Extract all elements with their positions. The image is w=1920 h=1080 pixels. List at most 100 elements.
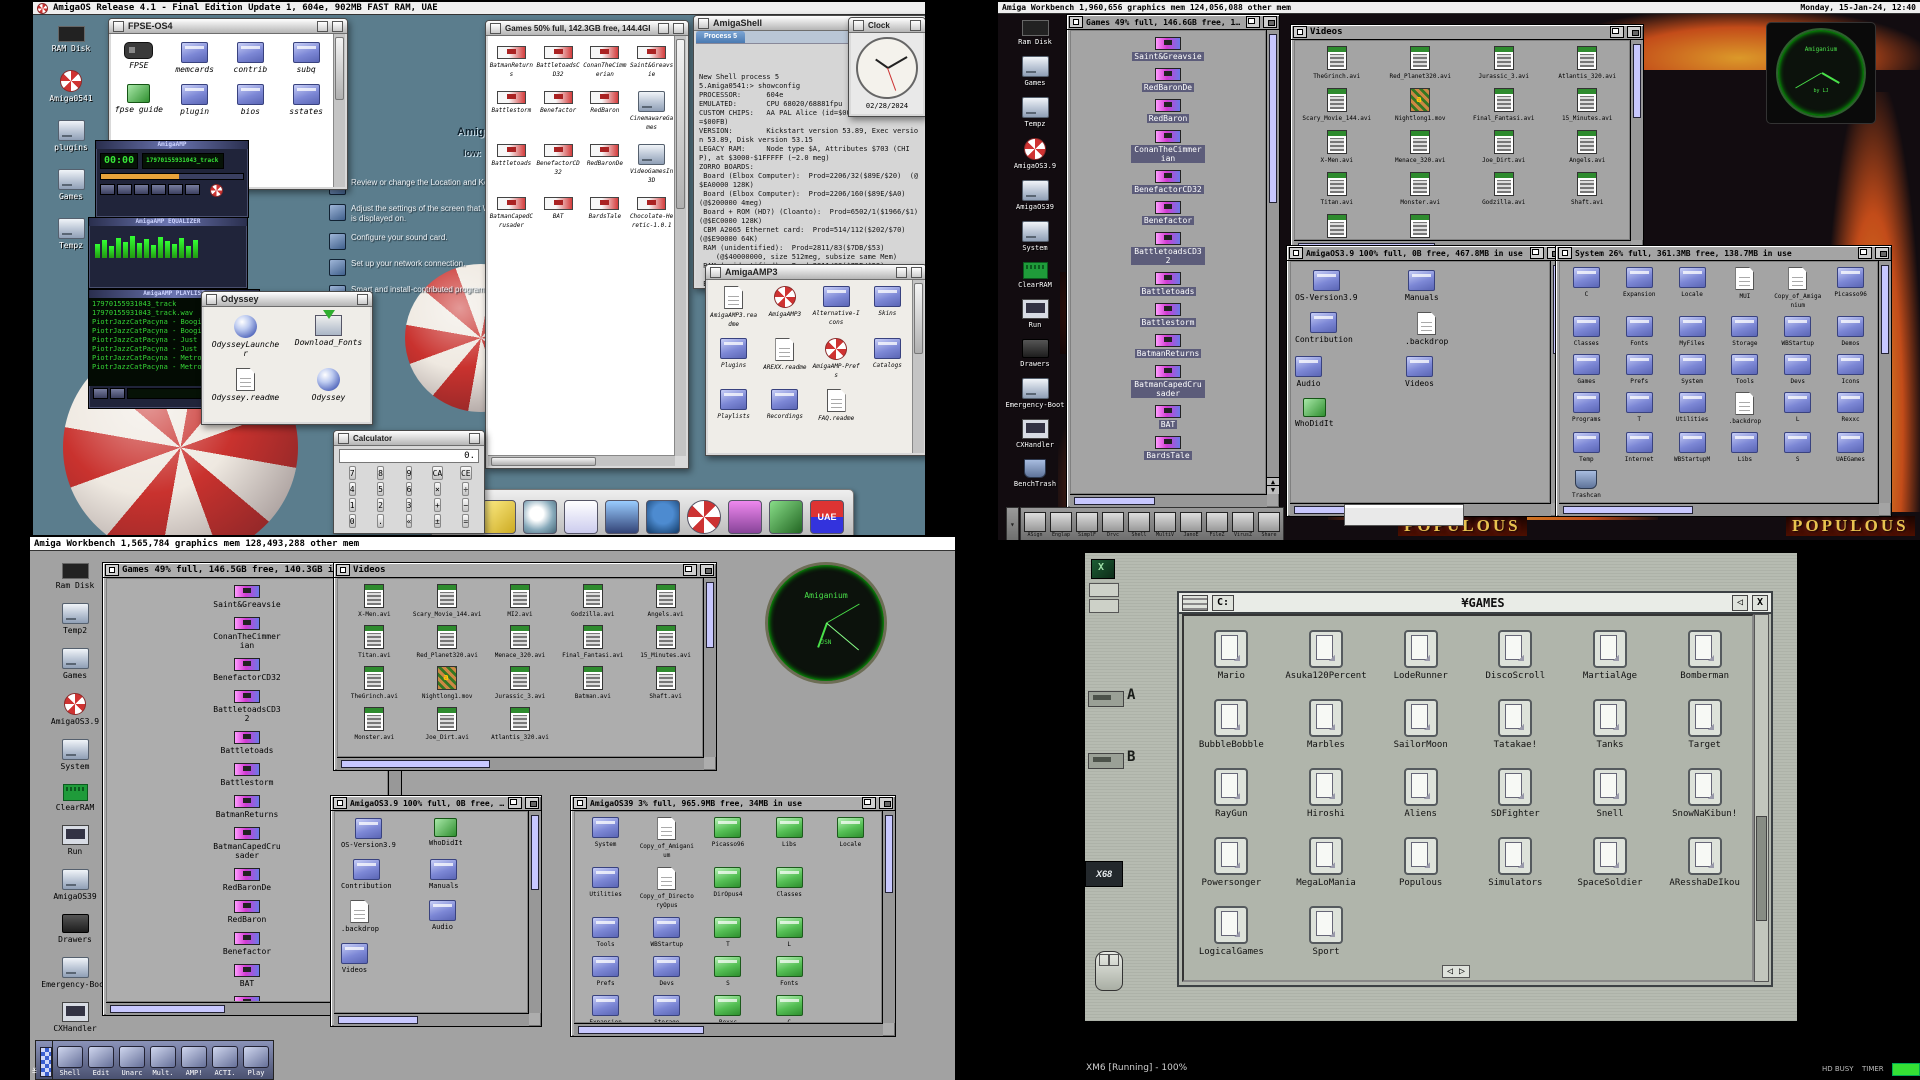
video-file-icon[interactable]: Final_Fantasi.avi [1473,88,1534,123]
iconify-icon[interactable] [658,23,669,34]
calculator-key[interactable]: 1 [349,498,356,512]
drawer-icon-item[interactable]: Icons [1837,354,1864,386]
game-item[interactable]: Benefactor [1142,201,1194,225]
file-icon[interactable]: contrib [234,42,268,74]
calculator-key[interactable]: . [377,514,384,528]
game-item[interactable]: ConanTheCimmerian [212,617,282,650]
drawer-icon-item[interactable]: System [1679,354,1706,386]
drawer-icon-item[interactable]: WBStartup [651,917,684,949]
video-file-icon[interactable]: Nightlong1.mov [1395,88,1446,123]
video-file-icon[interactable]: Monster.avi [355,707,395,742]
desktop-icon[interactable]: Games [1002,56,1068,88]
video-file-icon[interactable]: TheGrinch.avi [1313,46,1360,81]
desktop-icon[interactable]: ClearRAM [40,784,110,812]
scrollbar[interactable] [1630,40,1643,240]
notepad-dock-icon[interactable] [564,500,598,534]
drawer-icon-item[interactable]: Manuals [1405,270,1439,302]
video-file-icon[interactable]: Menace_320.avi [1395,130,1446,165]
desktop-icon[interactable]: Ram Disk [40,563,110,590]
sx-window-buttons[interactable] [1089,583,1119,597]
desktop-icon[interactable]: plugins [39,120,103,152]
zoom-icon[interactable] [683,564,697,576]
boing-dock-icon[interactable] [687,500,721,534]
game-icon[interactable]: Battletoads [492,144,532,185]
calculator-key[interactable]: 2 [377,498,384,512]
close-icon[interactable] [1558,247,1572,259]
game-folder-icon[interactable]: Hiroshi [1307,768,1345,819]
game-folder-icon[interactable]: Mario [1214,630,1248,681]
calculator-key[interactable]: CE [460,466,472,480]
game-folder-icon[interactable]: LogicalGames [1199,906,1264,957]
playlist-del-button[interactable] [110,388,125,399]
game-folder-icon[interactable]: Marbles [1307,699,1345,750]
iconify-icon[interactable] [317,21,328,32]
drawer-icon-item[interactable]: Audio [1295,356,1322,388]
drawer-icon-item[interactable]: Demos [1837,316,1864,348]
prev-button[interactable] [100,184,115,195]
depth-icon[interactable] [1627,26,1641,38]
desktop-icon[interactable]: System [40,739,110,771]
calculator-key[interactable]: 7 [349,466,356,480]
h-scrollbar[interactable] [337,757,704,770]
dock-tool[interactable]: Shell [57,1046,83,1077]
desktop-icon[interactable]: Run [40,825,110,856]
drawer-icon-item[interactable]: S [1784,432,1811,464]
h-scrollbar[interactable] [574,1023,883,1036]
drawer-icon-item[interactable] [840,995,860,1023]
h-scrollbar[interactable] [488,455,675,466]
dock-tool[interactable]: ACTI. [212,1046,238,1077]
file-icon[interactable]: Recordings [767,389,803,423]
drawer-icon-item[interactable]: Audio [429,900,456,934]
video-file-icon[interactable]: Angels.avi [1569,130,1605,165]
file-icon[interactable]: Playlists [717,389,750,423]
drawer-icon-item[interactable]: .backdrop [1729,392,1762,426]
game-item[interactable]: BatmanCapedCrusader [212,827,282,860]
game-icon[interactable]: Battlestorm [492,91,532,132]
drawer-icon-item[interactable]: Libs [1731,432,1758,464]
video-file-icon[interactable]: Nightlong1.mov [422,666,473,701]
video-file-icon[interactable]: Batman.avi [575,666,611,701]
video-file-icon[interactable]: 15_Minutes.avi [640,625,691,660]
drawer-icon-item[interactable]: MUI [1735,267,1754,310]
game-icon[interactable]: CinemawareGames [629,91,675,132]
h-scrollbar[interactable] [1559,503,1879,516]
close-icon[interactable] [490,23,501,34]
video-file-icon[interactable]: X-Men.avi [358,584,391,619]
desktop-icon[interactable]: Run [1002,299,1068,330]
game-folder-icon[interactable]: SnowNaKibun! [1672,768,1737,819]
drawer-icon-item[interactable]: Copy_of_Amiganium [1774,267,1822,310]
file-icon[interactable]: FPSE [124,42,153,74]
game-icon[interactable]: BatmanCapedCrusader [488,197,534,230]
file-icon[interactable]: Odyssey.readme [212,368,279,402]
calculator-key[interactable]: 8 [377,466,384,480]
game-folder-icon[interactable]: SpaceSoldier [1577,837,1642,888]
zoom-icon[interactable] [508,797,522,809]
game-item[interactable]: BAT [234,964,260,988]
video-file-icon[interactable]: Angels.avi [648,584,684,619]
sx-palette-icon[interactable]: X [1091,559,1115,579]
video-file-icon[interactable]: Titan.avi [358,625,391,660]
dock-tool[interactable]: Edit [88,1046,114,1077]
drawer-icon-item[interactable]: Picasso96 [1834,267,1867,310]
depth-icon[interactable] [700,564,714,576]
drawer-icon-item[interactable]: Libs [776,817,803,860]
game-folder-icon[interactable]: Asuka120Percent [1285,630,1366,681]
game-icon[interactable]: RedBaron [590,91,619,132]
h-scrollbar[interactable] [1070,494,1267,507]
seek-slider[interactable] [100,173,244,180]
video-file-icon[interactable]: Red_Planet320.avi [416,625,477,660]
zoom-icon[interactable] [1858,247,1872,259]
dock-tool[interactable]: Drvc [1102,512,1124,538]
file-icon[interactable]: sstates [289,84,323,116]
close-icon[interactable] [105,564,119,576]
drawer-icon-item[interactable]: S [714,956,741,988]
calculator-key[interactable]: 3 [406,498,413,512]
game-icon[interactable]: BattletoadsCD32 [535,46,581,79]
game-folder-icon[interactable]: AResshaDeIkou [1669,837,1739,888]
game-icon[interactable]: ConanTheCimmerian [582,46,628,79]
window-menu-icon[interactable] [1182,595,1208,611]
iconify-icon[interactable] [896,267,907,278]
install-dock-icon[interactable] [769,500,803,534]
drawer-icon-item[interactable]: Games [1573,354,1600,386]
drawer-icon-item[interactable]: T [1626,392,1653,426]
